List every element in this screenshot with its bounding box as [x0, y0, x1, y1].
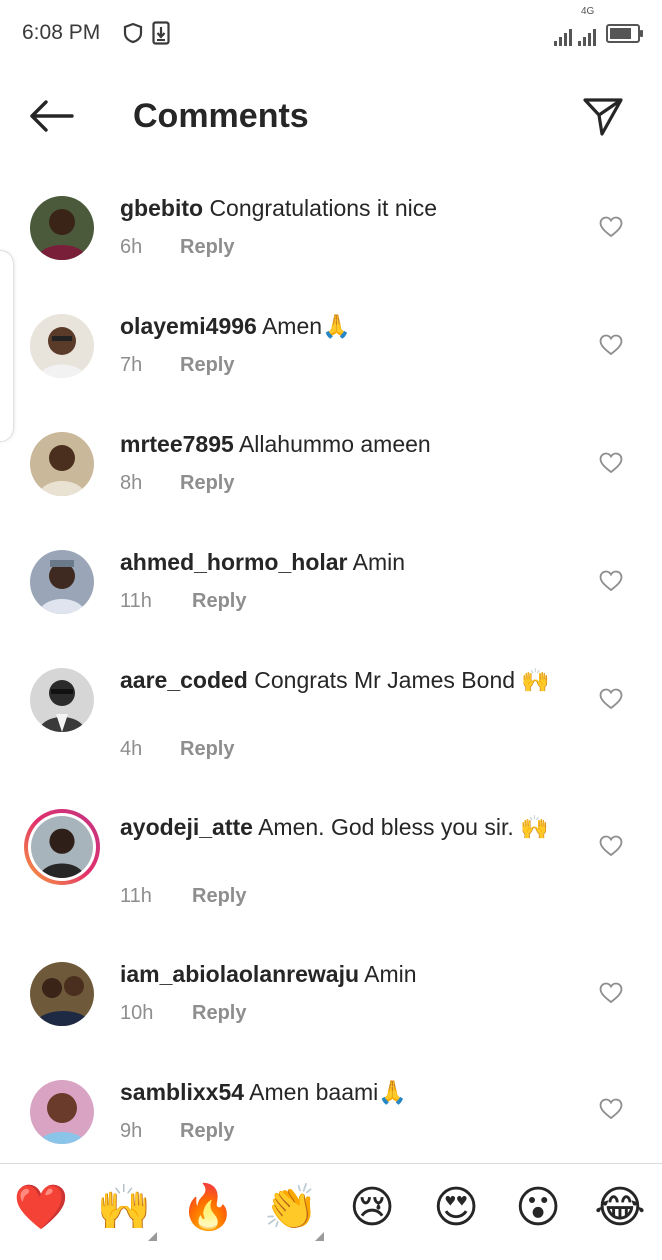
- heart-icon[interactable]: [599, 334, 623, 356]
- username[interactable]: iam_abiolaolanrewaju: [120, 961, 359, 987]
- signal-icon: [554, 26, 572, 46]
- page-title: Comments: [133, 97, 309, 135]
- reply-button[interactable]: Reply: [180, 354, 234, 377]
- reply-button[interactable]: Reply: [180, 738, 234, 761]
- comment-body: Congrats Mr James Bond 🙌: [254, 667, 551, 693]
- avatar[interactable]: [30, 1080, 94, 1144]
- network-type: 4G: [581, 6, 595, 17]
- comment-time: 9h: [120, 1120, 143, 1142]
- emoji-raised-hands[interactable]: 🙌: [96, 1180, 152, 1236]
- send-icon[interactable]: [582, 96, 624, 138]
- reply-button[interactable]: Reply: [192, 885, 246, 908]
- reply-button[interactable]: Reply: [180, 236, 234, 259]
- shield-icon: [123, 22, 143, 44]
- avatar[interactable]: [30, 196, 94, 260]
- variant-indicator-icon: [148, 1232, 157, 1241]
- comment-time: 11h: [120, 885, 152, 907]
- comment-time: 4h: [120, 738, 143, 760]
- edge-panel-handle[interactable]: [0, 250, 14, 442]
- emoji-clapping-hands[interactable]: 👏: [263, 1180, 319, 1236]
- comment-body: Amen baami🙏: [249, 1079, 407, 1105]
- reply-button[interactable]: Reply: [180, 1120, 234, 1143]
- status-time: 6:08 PM: [22, 21, 101, 44]
- comment-body: Allahummo ameen: [238, 431, 431, 457]
- username[interactable]: mrtee7895: [120, 431, 234, 457]
- heart-icon[interactable]: [599, 982, 623, 1004]
- reply-button[interactable]: Reply: [192, 1002, 246, 1025]
- comment-time: 10h: [120, 1002, 154, 1024]
- battery-icon: [606, 24, 643, 43]
- username[interactable]: olayemi4996: [120, 313, 257, 339]
- avatar[interactable]: [30, 314, 94, 378]
- avatar[interactable]: [30, 550, 94, 614]
- username[interactable]: ayodeji_atte: [120, 814, 253, 840]
- comment-time: 11h: [120, 590, 152, 612]
- variant-indicator-icon: [315, 1232, 324, 1241]
- avatar[interactable]: [30, 962, 94, 1026]
- reply-button[interactable]: Reply: [192, 590, 246, 613]
- comment-body: Congratulations it nice: [209, 195, 438, 221]
- status-indicators: 4G: [554, 6, 643, 46]
- username[interactable]: aare_coded: [120, 667, 248, 693]
- heart-icon[interactable]: [599, 452, 623, 474]
- heart-icon[interactable]: [599, 1098, 623, 1120]
- reply-button[interactable]: Reply: [180, 472, 234, 495]
- avatar[interactable]: [30, 432, 94, 496]
- emoji-heart-eyes[interactable]: 😍: [428, 1180, 484, 1236]
- comment-time: 8h: [120, 472, 143, 494]
- username[interactable]: samblixx54: [120, 1079, 244, 1105]
- comment-body: Amen🙏: [261, 313, 351, 339]
- heart-icon[interactable]: [599, 688, 623, 710]
- heart-icon[interactable]: [599, 835, 623, 857]
- comments-header: Comments: [0, 66, 662, 166]
- heart-icon[interactable]: [599, 216, 623, 238]
- comment-time: 7h: [120, 354, 143, 376]
- comment-body: Amen. God bless you sir. 🙌: [258, 814, 549, 840]
- download-icon: [152, 21, 170, 45]
- comment-body: Amin: [364, 961, 417, 987]
- status-bar: 6:08 PM 4G: [0, 0, 662, 66]
- username[interactable]: gbebito: [120, 195, 203, 221]
- comment-time: 6h: [120, 236, 143, 258]
- avatar[interactable]: [30, 668, 94, 732]
- comment-body: Amin: [352, 549, 406, 575]
- signal-4g-icon: 4G: [578, 6, 596, 46]
- emoji-crying-face[interactable]: 😢: [344, 1180, 400, 1236]
- emoji-tears-of-joy[interactable]: 😂: [592, 1180, 648, 1236]
- emoji-heart[interactable]: ❤️: [13, 1180, 69, 1236]
- username[interactable]: ahmed_hormo_holar: [120, 549, 348, 575]
- heart-icon[interactable]: [599, 570, 623, 592]
- back-arrow-icon[interactable]: [28, 99, 74, 133]
- avatar-story-ring[interactable]: [24, 809, 100, 885]
- emoji-reaction-bar: ❤️ 🙌 🔥 👏 😢 😍 😮 😂: [0, 1163, 662, 1260]
- emoji-fire[interactable]: 🔥: [180, 1180, 236, 1236]
- emoji-surprised-face[interactable]: 😮: [510, 1180, 566, 1236]
